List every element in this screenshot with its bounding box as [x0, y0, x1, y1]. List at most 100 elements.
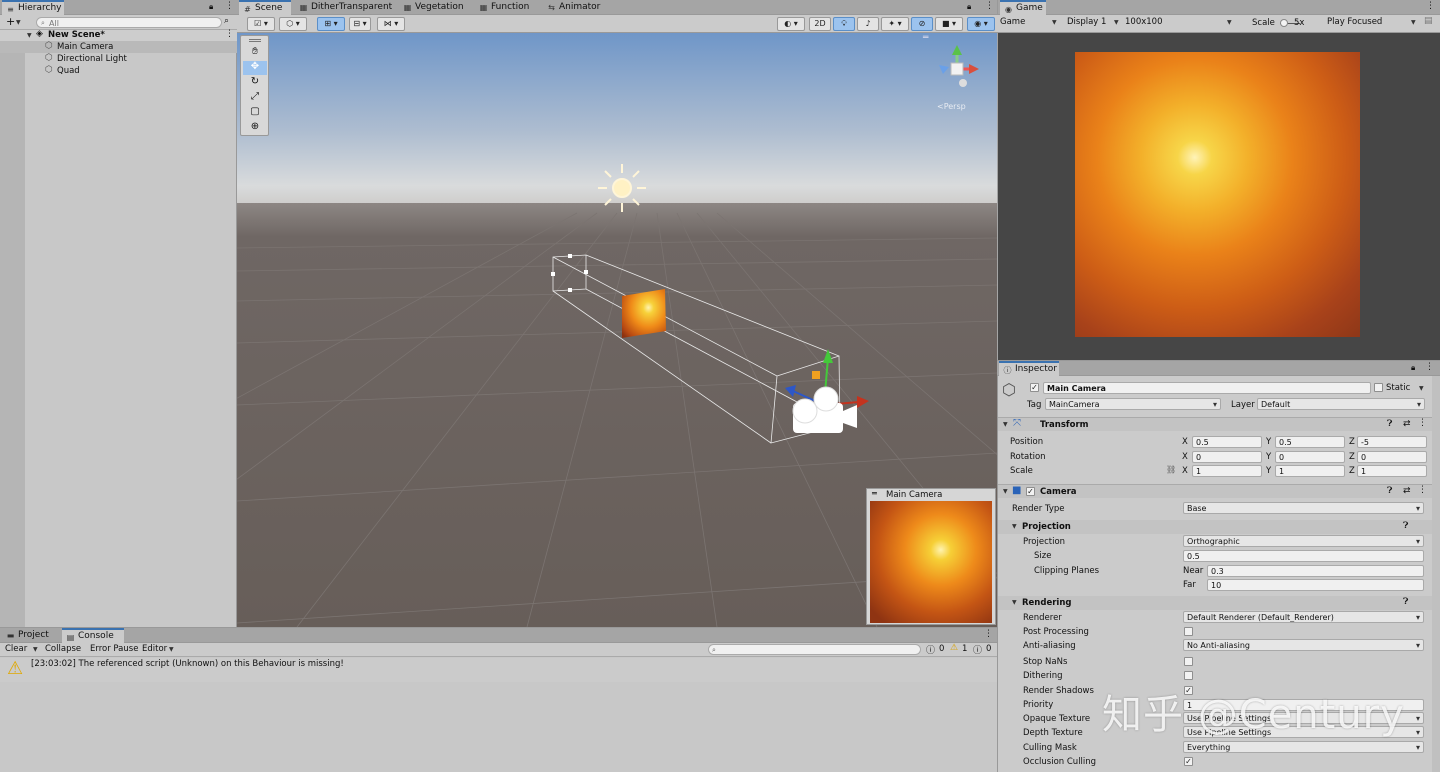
draw-mode-button[interactable]: ☑ ▾: [247, 17, 275, 31]
render-mode-button[interactable]: ⬡ ▾: [279, 17, 307, 31]
game-viewport[interactable]: [998, 33, 1440, 360]
shading-mode-button[interactable]: ◐ ▾: [777, 17, 805, 31]
component-menu-icon[interactable]: ⋮: [1418, 418, 1427, 428]
menu-icon[interactable]: ⋮: [1425, 362, 1434, 372]
rotation-x-field[interactable]: 0: [1192, 451, 1262, 463]
console-search-input[interactable]: ⌕: [708, 644, 921, 655]
drag-handle[interactable]: [249, 39, 261, 42]
camera-enabled-checkbox[interactable]: ✓: [1026, 487, 1035, 496]
rect-tool-icon[interactable]: ▢: [243, 106, 267, 120]
directional-light-gizmo[interactable]: [598, 164, 646, 212]
persp-label[interactable]: <Persp: [937, 102, 966, 111]
help-icon[interactable]: ❓︎: [1387, 486, 1392, 496]
transform-tool-icon[interactable]: ⊕: [243, 121, 267, 135]
expand-arrow-icon[interactable]: ▼: [1012, 599, 1017, 606]
rotate-tool-icon[interactable]: ↻: [243, 76, 267, 90]
display-dropdown[interactable]: Display 1 ▼: [1067, 17, 1119, 27]
hierarchy-item-quad[interactable]: ⬡ Quad: [0, 65, 237, 77]
renderer-dropdown[interactable]: Default Renderer (Default_Renderer): [1183, 611, 1424, 623]
far-field[interactable]: 10: [1207, 579, 1424, 591]
near-field[interactable]: 0.3: [1207, 565, 1424, 577]
scale-x-field[interactable]: 1: [1192, 465, 1262, 477]
tab-scene[interactable]: # Scene: [239, 0, 291, 15]
game-options-icon[interactable]: ▤: [1424, 16, 1433, 26]
active-checkbox[interactable]: ✓: [1030, 383, 1039, 392]
audio-toggle-icon[interactable]: ♪: [857, 17, 879, 31]
increment-snap-button[interactable]: ⊟ ▾: [349, 17, 371, 31]
object-name-field[interactable]: Main Camera: [1043, 382, 1371, 394]
clear-options-icon[interactable]: ▼: [33, 646, 38, 653]
game-mode-dropdown[interactable]: Game ▼: [1000, 17, 1058, 27]
occlusion-culling-checkbox[interactable]: ✓: [1184, 757, 1193, 766]
quad-object[interactable]: [622, 289, 666, 338]
tab-function[interactable]: ▦ Function: [475, 0, 539, 15]
camera-settings-button[interactable]: ■ ▾: [935, 17, 963, 31]
projection-dropdown[interactable]: Orthographic: [1183, 535, 1424, 547]
lock-icon[interactable]: 🔒︎: [967, 2, 971, 12]
info-count-icon[interactable]: ⓘ: [926, 643, 935, 656]
collapse-button[interactable]: Collapse: [45, 644, 81, 654]
rotation-y-field[interactable]: 0: [1275, 451, 1345, 463]
inspector-scrollbar[interactable]: [1432, 376, 1440, 772]
editor-dropdown-icon[interactable]: ▼: [169, 646, 174, 653]
help-icon[interactable]: ❓︎: [1403, 597, 1408, 607]
tab-animator[interactable]: ⇆ Animator: [543, 0, 609, 15]
add-dropdown-icon[interactable]: ▼: [16, 19, 21, 26]
clear-button[interactable]: Clear: [5, 644, 27, 654]
scale-z-field[interactable]: 1: [1357, 465, 1427, 477]
expand-arrow-icon[interactable]: ▼: [1003, 421, 1008, 428]
transform-header[interactable]: ▼ ⤧ Transform ❓︎ ⇄ ⋮: [998, 417, 1440, 431]
lock-icon[interactable]: 🔒︎: [209, 2, 213, 12]
mode-2d-button[interactable]: 2D: [809, 17, 831, 31]
hierarchy-search-input[interactable]: ⌕ All: [36, 17, 222, 28]
position-y-field[interactable]: 0.5: [1275, 436, 1345, 448]
search-filter-icon[interactable]: ⌕: [224, 16, 229, 26]
culling-mask-dropdown[interactable]: Everything: [1183, 741, 1424, 753]
grid-snap-button[interactable]: ⊞ ▾: [317, 17, 345, 31]
camera-header[interactable]: ▼ ■ ✓ Camera ❓︎ ⇄ ⋮: [998, 484, 1440, 498]
menu-icon[interactable]: ⋮: [1426, 1, 1435, 11]
resolution-dropdown[interactable]: 100x100 ▼: [1125, 17, 1233, 27]
menu-icon[interactable]: ⋮: [225, 1, 234, 11]
scene-row[interactable]: ▼ ◈ New Scene* ⋮: [0, 29, 237, 41]
align-button[interactable]: ⋈ ▾: [377, 17, 405, 31]
gizmo-menu-icon[interactable]: ═: [923, 33, 928, 43]
tab-game[interactable]: ◉ Game: [1000, 0, 1046, 15]
effects-button[interactable]: ✦ ▾: [881, 17, 909, 31]
render-type-dropdown[interactable]: Base: [1183, 502, 1424, 514]
tag-dropdown[interactable]: MainCamera: [1045, 398, 1221, 410]
scale-tool-icon[interactable]: ⤢: [243, 91, 267, 105]
stop-nans-checkbox[interactable]: [1184, 657, 1193, 666]
help-icon[interactable]: ❓︎: [1387, 419, 1392, 429]
position-x-field[interactable]: 0.5: [1192, 436, 1262, 448]
hidden-objects-icon[interactable]: ⊘: [911, 17, 933, 31]
console-log-entry[interactable]: ⚠ [23:03:02] The referenced script (Unkn…: [0, 658, 997, 682]
hierarchy-item-directional-light[interactable]: ⬡ Directional Light: [0, 53, 237, 65]
rendering-subheader[interactable]: ▼ Rendering ❓︎: [998, 596, 1440, 610]
scene-viewport[interactable]: ✋︎ ✥ ↻ ⤢ ▢ ⊕ <Persp ═ ═ Main Camera: [237, 33, 997, 627]
component-menu-icon[interactable]: ⋮: [1418, 485, 1427, 495]
help-icon[interactable]: ❓︎: [1403, 521, 1408, 531]
move-tool-icon[interactable]: ✥: [243, 61, 267, 75]
preset-icon[interactable]: ⇄: [1403, 486, 1411, 496]
constrain-proportions-icon[interactable]: ⛓︎: [1166, 465, 1176, 474]
tab-hierarchy[interactable]: ≡ Hierarchy: [2, 0, 64, 15]
lock-icon[interactable]: 🔒︎: [1411, 363, 1415, 373]
play-mode-dropdown[interactable]: Play Focused ▼: [1327, 17, 1417, 27]
dithering-checkbox[interactable]: [1184, 671, 1193, 680]
tab-console[interactable]: ▤ Console: [62, 628, 124, 643]
menu-icon[interactable]: ⋮: [985, 1, 994, 11]
editor-dropdown[interactable]: Editor: [142, 644, 167, 654]
layer-dropdown[interactable]: Default: [1257, 398, 1425, 410]
scale-y-field[interactable]: 1: [1275, 465, 1345, 477]
add-button[interactable]: +: [6, 15, 15, 28]
hierarchy-item-main-camera[interactable]: ⬡ Main Camera: [0, 41, 237, 53]
anti-aliasing-dropdown[interactable]: No Anti-aliasing: [1183, 639, 1424, 651]
static-checkbox[interactable]: [1374, 383, 1383, 392]
projection-subheader[interactable]: ▼ Projection ❓︎: [998, 520, 1440, 534]
warning-count-icon[interactable]: ⚠: [950, 643, 958, 653]
gizmos-button[interactable]: ◉ ▾: [967, 17, 995, 31]
scene-menu-icon[interactable]: ⋮: [225, 29, 234, 39]
hand-tool-icon[interactable]: ✋︎: [243, 46, 267, 60]
error-pause-button[interactable]: Error Pause: [90, 644, 138, 654]
